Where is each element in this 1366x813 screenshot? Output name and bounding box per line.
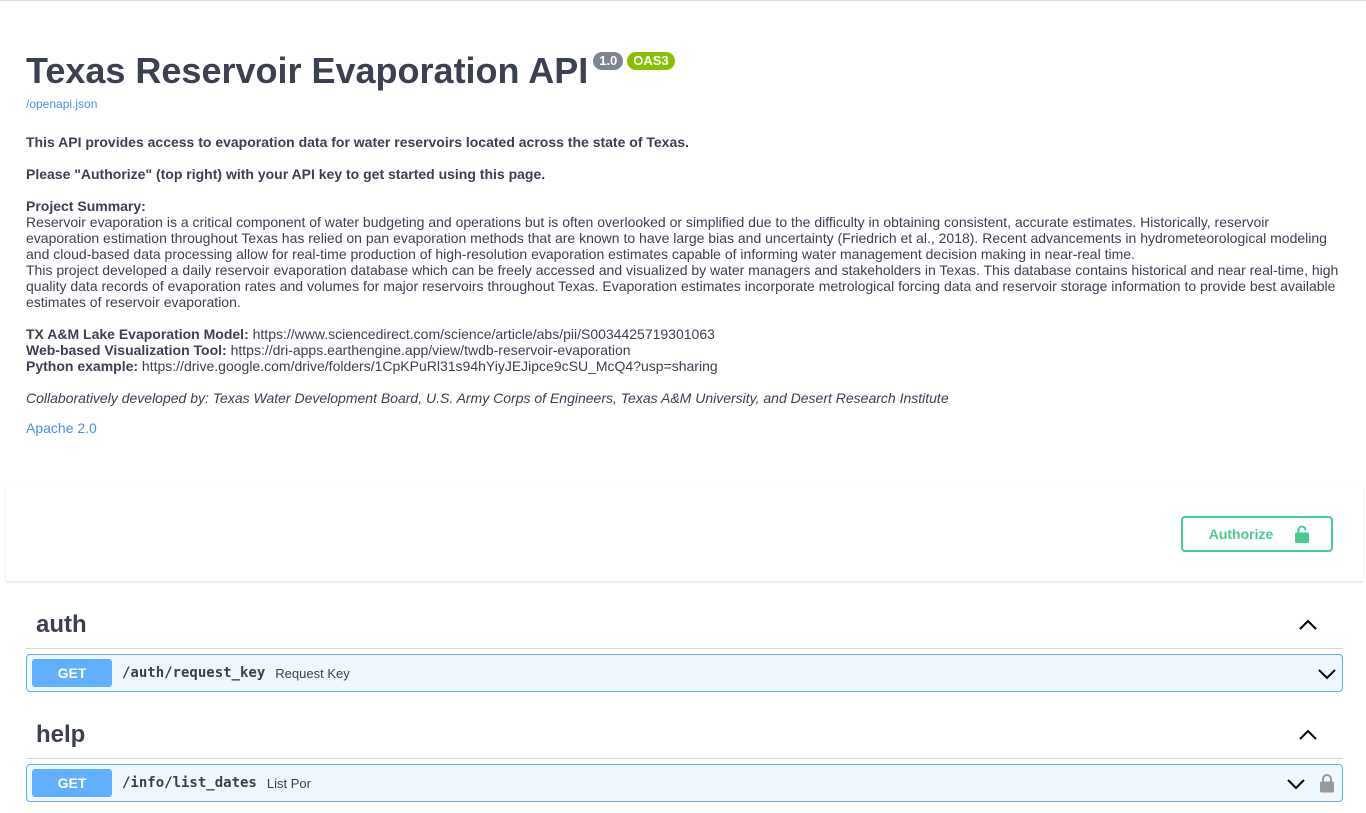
tag-name-auth: auth (36, 611, 87, 638)
operation-get-auth-request-key[interactable]: GET /auth/request_key Request Key (26, 654, 1343, 692)
oas-badge: OAS3 (627, 52, 675, 70)
scheme-container: Authorize (6, 487, 1363, 581)
description: This API provides access to evaporation … (26, 134, 1346, 406)
link-label-model: TX A&M Lake Evaporation Model: (26, 326, 249, 342)
link-url-model: https://www.sciencedirect.com/science/ar… (252, 326, 715, 342)
description-authorize-note: Please "Authorize" (top right) with your… (26, 166, 546, 182)
license-link[interactable]: Apache 2.0 (26, 420, 1346, 436)
description-intro: This API provides access to evaporation … (26, 134, 689, 150)
chevron-up-icon[interactable] (1298, 615, 1318, 635)
title-row: Texas Reservoir Evaporation API 1.0 OAS3 (26, 51, 1346, 91)
lock-icon[interactable] (1319, 773, 1335, 793)
operation-path: /info/list_dates (122, 775, 257, 791)
tag-header-help[interactable]: help (26, 712, 1343, 759)
method-badge: GET (32, 659, 112, 687)
tag-header-auth[interactable]: auth (26, 602, 1343, 649)
operation-get-info-list-dates[interactable]: GET /info/list_dates List Por (26, 764, 1343, 802)
operation-summary: Request Key (275, 665, 350, 681)
reference-links: TX A&M Lake Evaporation Model: https://w… (26, 326, 1346, 374)
link-label-python: Python example: (26, 358, 139, 374)
credits: Collaboratively developed by: Texas Wate… (26, 390, 949, 406)
tag-section-auth: auth GET /auth/request_key Request Key (26, 602, 1343, 692)
authorize-label: Authorize (1208, 526, 1274, 542)
link-url-visualization: https://dri-apps.earthengine.app/view/tw… (230, 342, 631, 358)
chevron-up-icon[interactable] (1298, 725, 1318, 745)
api-info: Texas Reservoir Evaporation API 1.0 OAS3… (26, 51, 1346, 437)
page-title: Texas Reservoir Evaporation API (26, 50, 589, 91)
tag-section-help: help GET /info/list_dates List Por (26, 712, 1343, 802)
version-badge: 1.0 (593, 52, 624, 70)
operation-path: /auth/request_key (122, 665, 266, 681)
link-label-visualization: Web-based Visualization Tool: (26, 342, 227, 358)
openapi-json-link[interactable]: /openapi.json (26, 97, 1346, 111)
link-url-python: https://drive.google.com/drive/folders/1… (141, 358, 718, 374)
operation-summary: List Por (266, 775, 311, 791)
chevron-down-icon[interactable] (1317, 664, 1337, 684)
project-summary-paragraph-2: This project developed a daily reservoir… (26, 262, 1339, 310)
project-summary-heading: Project Summary: (26, 198, 146, 214)
project-summary-paragraph-1: Reservoir evaporation is a critical comp… (26, 214, 1327, 262)
project-summary: Project Summary: Reservoir evaporation i… (26, 198, 1346, 310)
chevron-down-icon[interactable] (1286, 774, 1306, 794)
tag-name-help: help (36, 721, 86, 748)
authorize-button[interactable]: Authorize (1181, 516, 1333, 552)
method-badge: GET (32, 769, 112, 797)
unlocked-icon (1295, 525, 1310, 543)
